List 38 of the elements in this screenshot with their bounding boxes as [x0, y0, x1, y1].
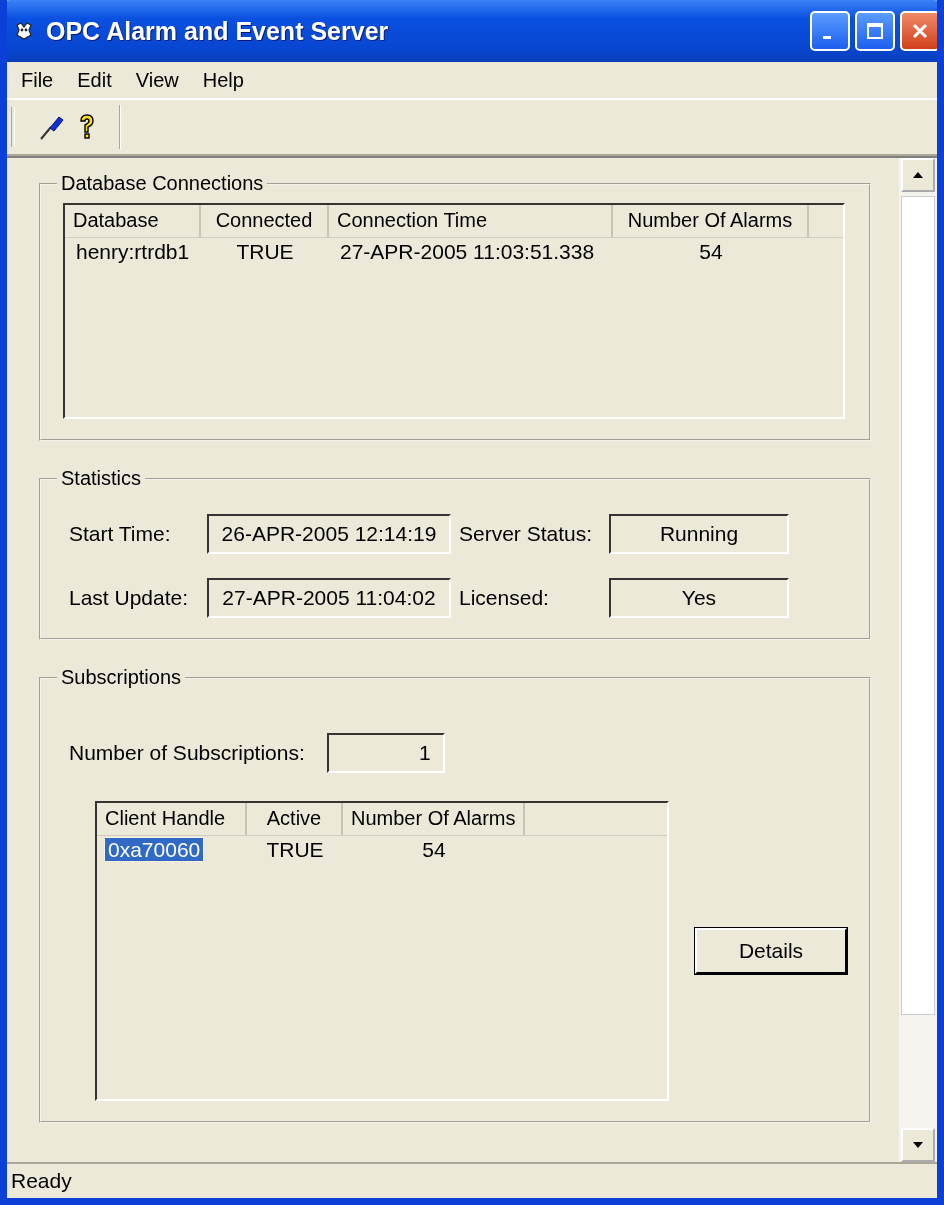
minimize-icon — [823, 35, 831, 39]
menu-item[interactable]: Edit — [67, 66, 122, 94]
field-label: Start Time: — [69, 522, 172, 546]
group-title: Subscriptions — [60, 666, 183, 689]
readonly-field: 26-APR-2005 12:14:19 — [207, 514, 451, 554]
menu-item[interactable]: Help — [192, 66, 254, 94]
table-cell-text: 27-APR-2005 11:03:51.338 — [339, 240, 596, 263]
table-cell[interactable]: 0xa70060 — [105, 838, 204, 861]
table-cell[interactable]: henry:rtrdb1 — [73, 240, 193, 263]
vertical-scrollbar[interactable] — [899, 158, 937, 1162]
details-button[interactable]: Details — [695, 928, 847, 974]
menu-item[interactable]: File — [11, 66, 64, 94]
readonly-field: 27-APR-2005 11:04:02 — [207, 578, 451, 618]
group-title: Database Connections — [60, 172, 265, 195]
field-label: Last Update: — [69, 586, 190, 610]
maximize-button[interactable] — [855, 11, 895, 51]
readonly-field: Running — [609, 514, 789, 554]
scroll-up-icon[interactable] — [912, 171, 924, 179]
close-button[interactable] — [900, 11, 937, 51]
minimize-button[interactable] — [810, 11, 850, 51]
app-icon — [14, 21, 34, 41]
readonly-field: 1 — [326, 733, 445, 773]
table-cell-text: TRUE — [265, 838, 325, 861]
scroll-down-icon[interactable] — [912, 1141, 924, 1149]
table-cell-text: 54 — [698, 240, 724, 263]
close-icon — [911, 22, 929, 40]
group-title: Statistics — [60, 467, 143, 490]
field-label: Number of Subscriptions: — [69, 741, 305, 765]
table-cell-text: TRUE — [235, 240, 295, 263]
maximize-icon — [866, 22, 884, 40]
table-cell-text: 54 — [421, 838, 447, 861]
status-text: Ready — [11, 1169, 72, 1193]
readonly-field: Yes — [609, 578, 789, 618]
help-icon[interactable] — [77, 112, 97, 142]
menu-item[interactable]: View — [125, 66, 189, 94]
window-title: OPC Alarm and Event Server — [46, 16, 390, 46]
field-label: Server Status: — [459, 522, 594, 546]
field-label: Licensed: — [459, 586, 550, 610]
